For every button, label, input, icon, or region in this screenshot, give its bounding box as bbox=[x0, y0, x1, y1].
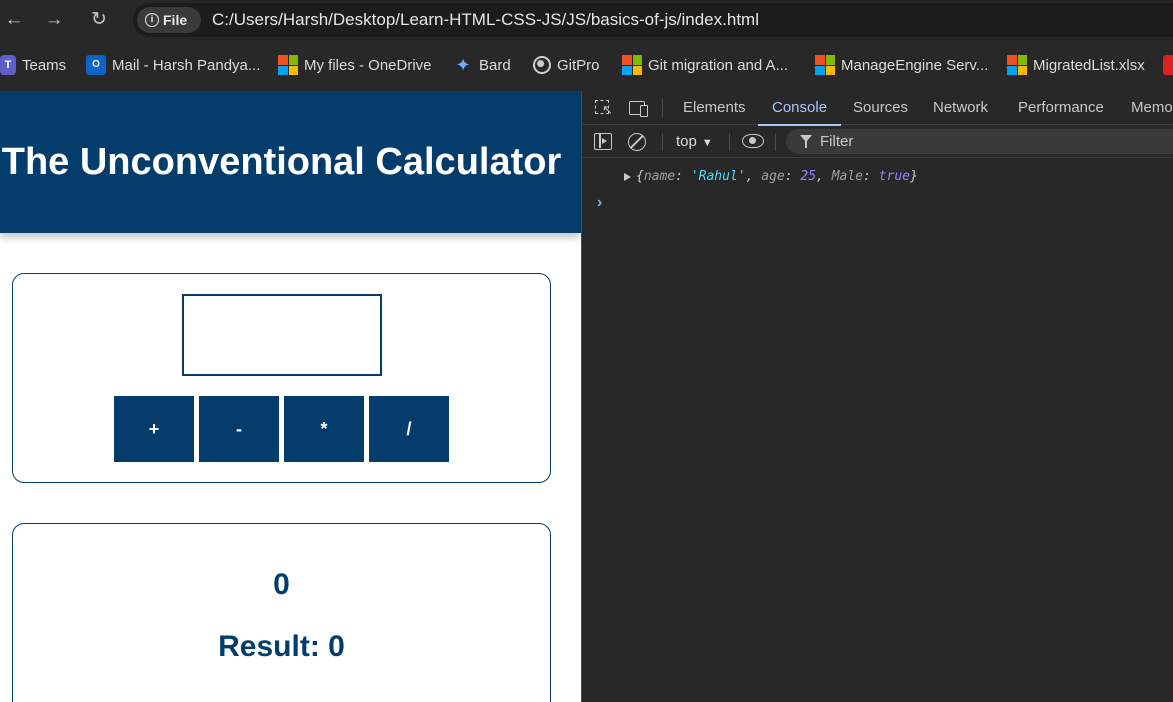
property-key: age bbox=[761, 169, 785, 184]
tab-memory[interactable]: Memo bbox=[1131, 91, 1173, 125]
bookmark-git-migration[interactable]: Git migration and A... bbox=[622, 54, 788, 76]
console-log-entry[interactable]: {name: 'Rahul', age: 25, Male: true} bbox=[582, 165, 1173, 189]
device-toolbar-icon[interactable] bbox=[628, 98, 650, 118]
info-icon: i bbox=[145, 13, 159, 27]
context-label: top bbox=[676, 133, 697, 150]
live-expression-eye-icon[interactable] bbox=[742, 134, 764, 148]
bookmark-mail[interactable]: O Mail - Harsh Pandya... bbox=[86, 54, 260, 76]
bookmark-label: GitPro bbox=[557, 56, 600, 74]
property-key: Male bbox=[831, 169, 864, 184]
site-info-chip[interactable]: i File bbox=[137, 7, 201, 33]
filter-icon bbox=[800, 135, 812, 148]
expand-triangle-icon[interactable] bbox=[624, 173, 631, 181]
property-value: 'Rahul' bbox=[690, 169, 746, 184]
bookmark-onedrive[interactable]: My files - OneDrive bbox=[278, 54, 432, 76]
reload-icon[interactable]: ↻ bbox=[87, 8, 111, 32]
result-card: 0 Result: 0 bbox=[12, 523, 551, 702]
console-filter-input[interactable]: Filter bbox=[786, 129, 1173, 154]
microsoft-icon bbox=[1007, 55, 1027, 75]
brace-close: } bbox=[909, 169, 918, 184]
back-arrow-icon[interactable]: ← bbox=[2, 8, 26, 32]
bookmark-overflow[interactable] bbox=[1163, 54, 1173, 76]
browser-toolbar: ← → ↻ i File C:/Users/Harsh/Desktop/Lear… bbox=[0, 0, 1173, 40]
current-calculation: 0 bbox=[273, 568, 290, 601]
bookmark-migratedlist[interactable]: MigratedList.xlsx bbox=[1007, 54, 1145, 76]
filter-placeholder: Filter bbox=[820, 133, 854, 150]
console-prompt-icon[interactable]: › bbox=[597, 194, 602, 212]
property-value: true bbox=[878, 169, 910, 184]
tab-elements[interactable]: Elements bbox=[683, 91, 746, 125]
microsoft-icon bbox=[815, 55, 835, 75]
property-key: name bbox=[643, 169, 676, 184]
bookmark-label: MigratedList.xlsx bbox=[1033, 56, 1145, 74]
calculator-input-card: + - * / bbox=[12, 273, 551, 483]
bookmark-label: Git migration and A... bbox=[648, 56, 789, 74]
tab-network[interactable]: Network bbox=[933, 91, 988, 125]
console-toolbar: top ▼ Filter bbox=[582, 125, 1173, 158]
devtools-panel: Elements Console Sources Network Perform… bbox=[581, 91, 1173, 702]
brace-open: { bbox=[636, 169, 644, 184]
divider bbox=[775, 133, 776, 151]
bookmark-label: Bard bbox=[479, 56, 511, 74]
bookmark-gitpro[interactable]: GitPro bbox=[533, 54, 600, 76]
bookmark-label: ManageEngine Serv... bbox=[841, 56, 989, 74]
inspect-element-icon[interactable] bbox=[593, 98, 615, 118]
bookmark-bard[interactable]: ✦ Bard bbox=[453, 54, 511, 76]
multiply-button[interactable]: * bbox=[284, 396, 364, 462]
microsoft-icon bbox=[278, 55, 298, 75]
app-icon bbox=[1163, 55, 1173, 75]
outlook-icon: O bbox=[86, 55, 106, 75]
bookmark-label: Mail - Harsh Pandya... bbox=[112, 56, 261, 74]
bookmark-label: My files - OneDrive bbox=[304, 56, 432, 74]
globe-icon bbox=[533, 56, 551, 74]
subtract-button[interactable]: - bbox=[199, 396, 279, 462]
tab-performance[interactable]: Performance bbox=[1018, 91, 1104, 125]
operator-buttons: + - * / bbox=[114, 396, 449, 462]
clear-console-icon[interactable] bbox=[628, 133, 646, 151]
web-page: The Unconventional Calculator + - * / 0 … bbox=[0, 91, 581, 702]
result-text: Result: 0 bbox=[218, 630, 345, 663]
bookmark-label: Teams bbox=[22, 56, 67, 74]
context-selector[interactable]: top ▼ bbox=[676, 125, 713, 158]
bookmark-teams[interactable]: T Teams bbox=[0, 54, 66, 76]
divider bbox=[662, 133, 663, 151]
page-header: The Unconventional Calculator bbox=[0, 91, 581, 233]
address-bar[interactable]: i File C:/Users/Harsh/Desktop/Learn-HTML… bbox=[133, 3, 1173, 37]
tab-console[interactable]: Console bbox=[757, 91, 842, 126]
microsoft-icon bbox=[622, 55, 642, 75]
file-chip-label: File bbox=[163, 12, 188, 28]
divider bbox=[729, 133, 730, 151]
bookmark-manageengine[interactable]: ManageEngine Serv... bbox=[815, 54, 988, 76]
caret-down-icon: ▼ bbox=[701, 137, 713, 149]
add-button[interactable]: + bbox=[114, 396, 194, 462]
divide-button[interactable]: / bbox=[369, 396, 449, 462]
teams-icon: T bbox=[0, 55, 16, 75]
url-text[interactable]: C:/Users/Harsh/Desktop/Learn-HTML-CSS-JS… bbox=[212, 3, 759, 37]
page-title: The Unconventional Calculator bbox=[1, 141, 562, 183]
forward-arrow-icon[interactable]: → bbox=[42, 8, 66, 32]
devtools-tab-bar: Elements Console Sources Network Perform… bbox=[582, 91, 1173, 126]
tab-sources[interactable]: Sources bbox=[853, 91, 908, 125]
bookmarks-bar: T Teams O Mail - Harsh Pandya... My file… bbox=[0, 40, 1173, 91]
object-preview[interactable]: {name: 'Rahul', age: 25, Male: true} bbox=[636, 165, 918, 189]
property-value: 25 bbox=[800, 169, 817, 184]
number-input[interactable] bbox=[182, 294, 382, 376]
sparkle-icon: ✦ bbox=[455, 55, 471, 75]
divider bbox=[662, 99, 663, 117]
console-sidebar-icon[interactable] bbox=[594, 133, 612, 150]
